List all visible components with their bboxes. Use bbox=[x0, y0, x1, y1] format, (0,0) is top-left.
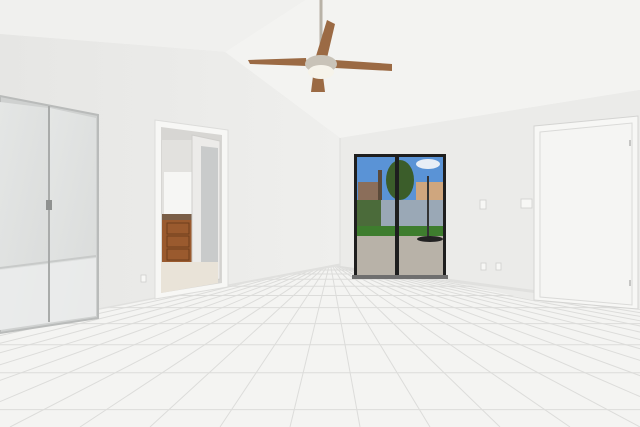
umbrella-base bbox=[417, 236, 443, 242]
closet-door-panel bbox=[539, 122, 633, 306]
light-switch-plate bbox=[479, 199, 487, 210]
closet-door-hinge-bottom bbox=[629, 280, 631, 286]
outlet-left bbox=[140, 274, 147, 283]
outlet-right-a bbox=[480, 262, 487, 271]
closet-handle bbox=[46, 200, 52, 210]
closet-door-right bbox=[533, 115, 639, 310]
room-photo bbox=[0, 0, 640, 427]
bathroom-mirror-door bbox=[201, 146, 218, 278]
glass-door-center-mullion bbox=[395, 155, 399, 278]
bathroom-window-light bbox=[164, 172, 192, 214]
sliding-glass-door bbox=[352, 154, 448, 279]
cloud bbox=[416, 159, 440, 169]
hedge bbox=[357, 200, 381, 228]
outlet-right-b bbox=[495, 262, 502, 271]
mirrored-closet bbox=[0, 94, 99, 335]
tree-canopy bbox=[386, 160, 414, 200]
glass-door-sill bbox=[352, 275, 448, 279]
fan-light-globe bbox=[308, 65, 334, 79]
fence bbox=[380, 200, 443, 227]
closet-door-hinge-top bbox=[629, 140, 631, 146]
bathroom-doorway bbox=[154, 119, 229, 300]
thermostat bbox=[520, 198, 533, 209]
patio-view bbox=[357, 157, 443, 275]
